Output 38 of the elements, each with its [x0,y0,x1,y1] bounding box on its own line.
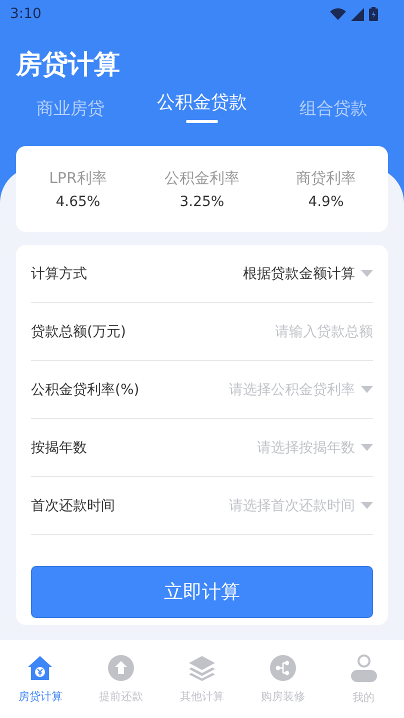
loan-type-tab[interactable]: 公积金贷款 [156,87,247,125]
signal-icon [351,8,364,20]
select-field[interactable]: 请选择首次还款时间 [229,496,373,514]
select-field[interactable]: 请选择公积金贷利率 [229,380,373,398]
nav-tab[interactable]: 提前还款 [80,640,162,718]
upload-coin-icon [108,654,134,680]
rate-value: 4.65% [56,194,100,210]
loan-type-tab[interactable]: 组合贷款 [300,93,368,131]
person-icon [350,654,378,682]
nav-tab[interactable]: 房贷计算 [0,640,81,718]
loan-type-tab[interactable]: 商业房贷 [36,93,104,131]
dropdown-caret-icon [361,270,373,277]
field-label: 按揭年数 [31,438,87,456]
dropdown-caret-icon [361,386,373,393]
status-time: 3:10 [10,6,42,22]
field-label: 公积金贷利率(%) [31,380,140,398]
rate-label: 商贷利率 [296,168,356,188]
wifi-icon [330,8,346,20]
rate-value: 3.25% [180,194,224,210]
nav-tab[interactable]: 购房装修 [242,640,324,718]
calculate-button[interactable]: 立即计算 [31,566,373,618]
field-label: 首次还款时间 [31,496,115,514]
dropdown-caret-icon [361,502,373,509]
share-icon [270,654,296,680]
dropdown-caret-icon [361,444,373,451]
layers-icon [188,654,216,680]
field-label: 计算方式 [31,264,87,282]
field-label: 贷款总额(万元) [31,322,126,340]
nav-tab[interactable]: 其他计算 [162,640,242,718]
rate-value: 4.9% [308,194,344,210]
nav-tab[interactable]: 我的 [323,640,404,718]
house-icon [27,654,54,680]
page-title: 房贷计算 [16,49,121,82]
rate-label: LPR利率 [49,168,107,188]
select-field[interactable]: 根据贷款金额计算 [243,264,373,282]
battery-icon [369,7,378,21]
select-field[interactable]: 请选择按揭年数 [257,438,373,456]
rate-label: 公积金利率 [164,168,240,188]
